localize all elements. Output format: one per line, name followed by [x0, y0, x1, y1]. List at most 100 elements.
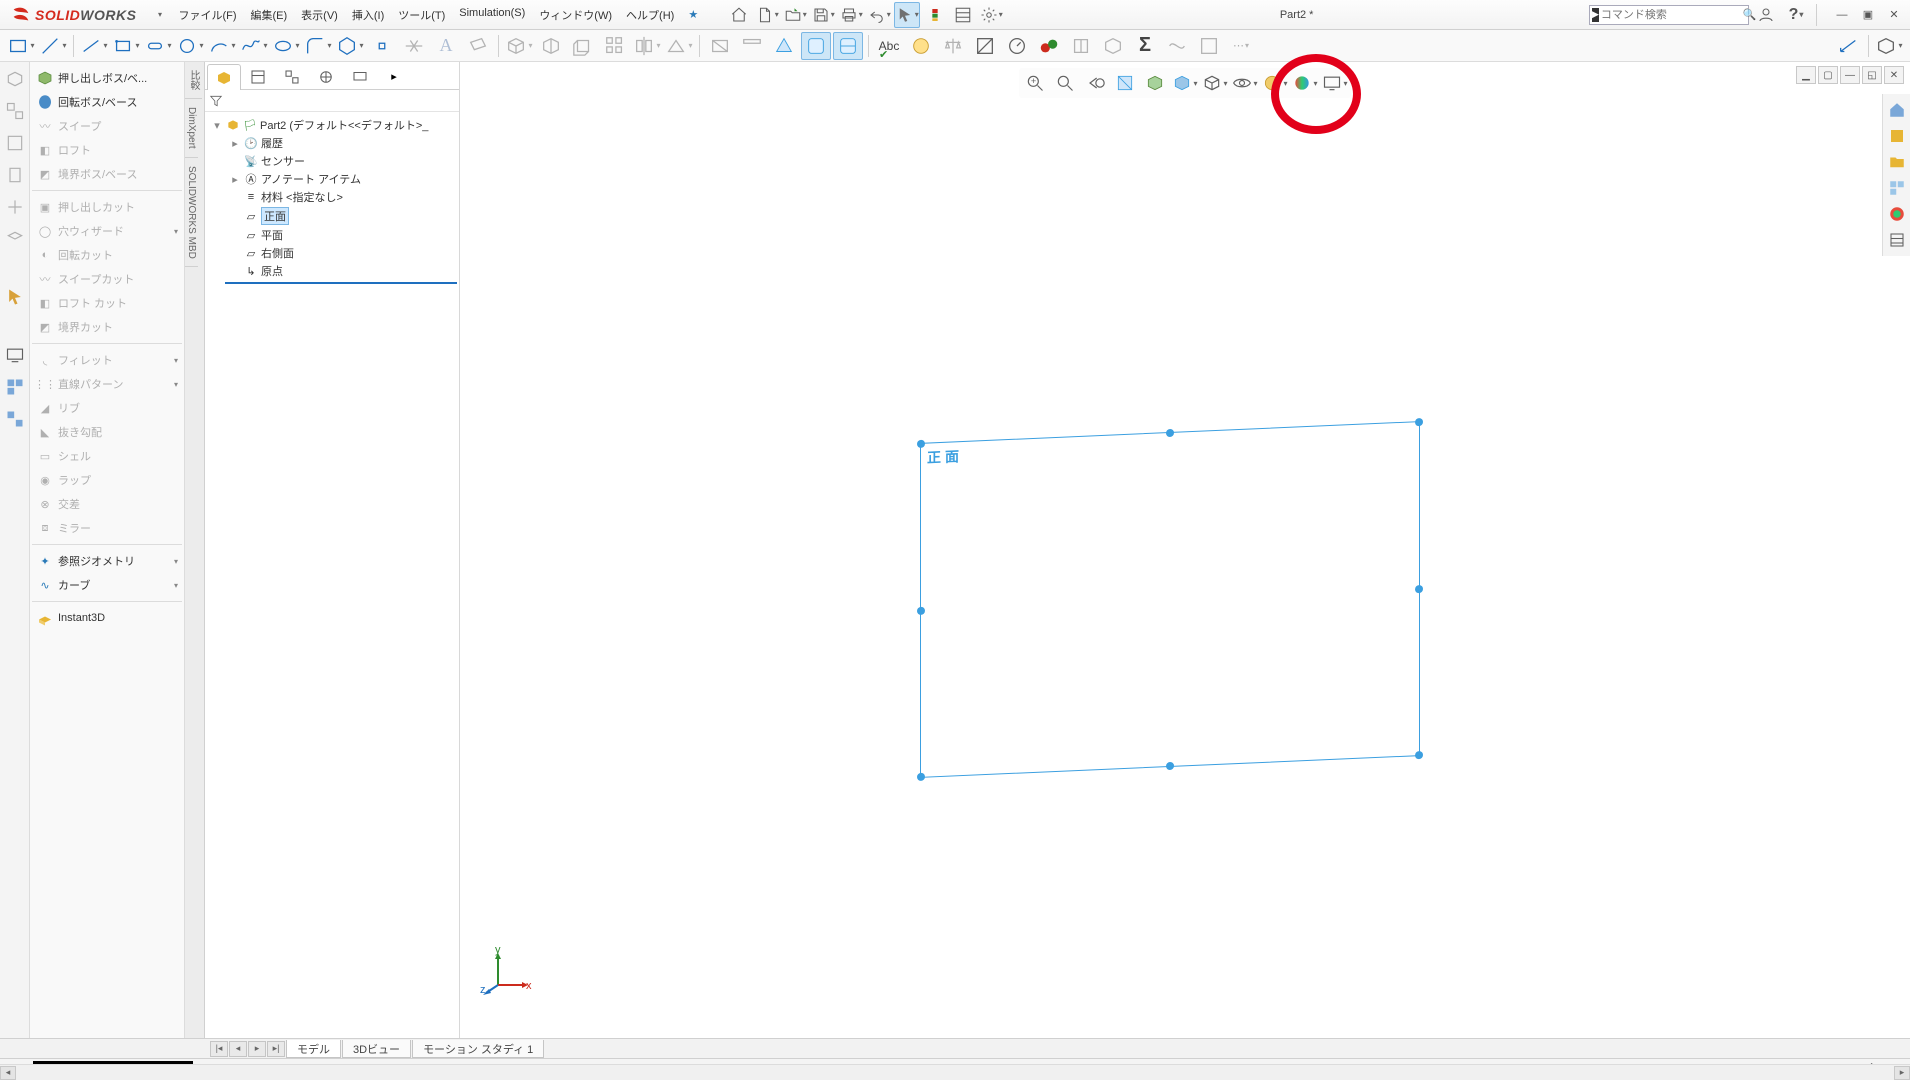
tab-model[interactable]: モデル [286, 1040, 341, 1058]
home-button[interactable] [726, 2, 752, 28]
menu-window[interactable]: ウィンドウ(W) [533, 4, 618, 26]
print-button[interactable] [838, 2, 864, 28]
tree-sensors[interactable]: 📡センサー [207, 152, 457, 170]
sketch-point-icon[interactable] [367, 32, 397, 60]
sketch-rectangle-icon[interactable] [6, 32, 36, 60]
select-tool-button[interactable] [894, 2, 920, 28]
tree-tab-display[interactable] [343, 63, 377, 89]
command-search[interactable]: ▶ 🔍 [1589, 5, 1749, 25]
performance-icon[interactable] [1034, 32, 1064, 60]
lb-weldment-icon[interactable] [2, 194, 28, 220]
edit-appearance-icon[interactable] [1261, 70, 1289, 96]
tp-explorer-icon[interactable] [1885, 150, 1909, 174]
tabscroll-prev[interactable]: ◂ [229, 1041, 247, 1057]
balance-icon[interactable] [938, 32, 968, 60]
section-properties-icon[interactable] [970, 32, 1000, 60]
restore-button[interactable]: ▣ [1856, 5, 1880, 25]
tree-material[interactable]: ≡材料 <指定なし> [207, 188, 457, 206]
view-settings-icon[interactable] [1321, 70, 1349, 96]
tree-tab-config[interactable] [275, 63, 309, 89]
sensor-gauge-icon[interactable] [1002, 32, 1032, 60]
tree-annotations[interactable]: ▸Ⓐアノテート アイテム [207, 170, 457, 188]
feature-revolve-icon[interactable] [568, 32, 598, 60]
sketch-fillet-icon[interactable] [303, 32, 333, 60]
scroll-left-button[interactable]: ◂ [0, 1066, 16, 1080]
eval-measure-icon[interactable] [737, 32, 767, 60]
tabscroll-last[interactable]: ▸| [267, 1041, 285, 1057]
menu-insert[interactable]: 挿入(I) [346, 4, 390, 26]
cmd-revolve-boss[interactable]: 回転ボス/ベース [32, 90, 182, 114]
compare-icon[interactable] [1066, 32, 1096, 60]
mdi-min-icon[interactable]: ▁ [1796, 66, 1816, 84]
tabscroll-first[interactable]: |◂ [210, 1041, 228, 1057]
lb-part-icon[interactable] [2, 66, 28, 92]
tree-origin[interactable]: ↳原点 [207, 262, 457, 280]
vtab-mbd[interactable]: SOLIDWORKS MBD [185, 158, 198, 268]
menu-help[interactable]: ヘルプ(H) [620, 4, 680, 26]
minimize-button[interactable]: — [1830, 5, 1854, 25]
menu-simulation[interactable]: Simulation(S) [453, 4, 531, 26]
sigma-icon[interactable]: Σ [1130, 32, 1160, 60]
hide-show-icon[interactable] [1231, 70, 1259, 96]
tree-tab-dimxpert[interactable] [309, 63, 343, 89]
tree-front-plane[interactable]: ▱正面 [207, 206, 457, 226]
lb-mold-icon[interactable] [2, 226, 28, 252]
menu-tools[interactable]: ツール(T) [392, 4, 451, 26]
previous-view-icon[interactable] [1081, 70, 1109, 96]
sketch-line-icon[interactable] [38, 32, 68, 60]
vtab-compare[interactable]: 比較 [185, 62, 202, 99]
dimension-right-icon[interactable] [1833, 32, 1863, 60]
lb-configs-icon[interactable] [2, 374, 28, 400]
cmd-curves[interactable]: ∿カーブ [32, 573, 182, 597]
new-document-button[interactable] [754, 2, 780, 28]
zoom-area-icon[interactable] [1051, 70, 1079, 96]
lb-drawing-icon[interactable] [2, 130, 28, 156]
command-search-input[interactable] [1601, 9, 1743, 21]
deviation-icon[interactable] [1162, 32, 1192, 60]
sketch-line2-icon[interactable] [79, 32, 109, 60]
sketch-ellipse-icon[interactable] [271, 32, 301, 60]
tree-history[interactable]: ▸🕑履歴 [207, 134, 457, 152]
sketch-trim-icon[interactable] [399, 32, 429, 60]
tree-tab-overflow[interactable]: ▸ [377, 63, 411, 89]
tree-filter-bar[interactable] [205, 90, 459, 112]
feature-cut-icon[interactable] [536, 32, 566, 60]
tp-view-palette-icon[interactable] [1885, 176, 1909, 200]
feature-pattern-icon[interactable] [600, 32, 630, 60]
spellcheck-icon[interactable]: Abc✔ [874, 32, 904, 60]
lb-select-icon[interactable] [2, 284, 28, 310]
open-document-button[interactable] [782, 2, 808, 28]
feature-rib-icon[interactable] [664, 32, 694, 60]
tabscroll-next[interactable]: ▸ [248, 1041, 266, 1057]
feature-extrude-icon[interactable] [504, 32, 534, 60]
view-orientation-icon[interactable] [1171, 70, 1199, 96]
menu-view[interactable]: 表示(V) [295, 4, 344, 26]
save-button[interactable] [810, 2, 836, 28]
dynamic-section-icon[interactable] [1141, 70, 1169, 96]
graphics-area[interactable]: ▁ ▢ — ◱ ✕ + 正面 [460, 62, 1910, 1038]
mdi-close-icon[interactable]: ✕ [1884, 66, 1904, 84]
orientation-triad[interactable]: y x z [480, 945, 530, 998]
menu-edit[interactable]: 編集(E) [245, 4, 294, 26]
tree-tab-property[interactable] [241, 63, 275, 89]
tab-3dview[interactable]: 3Dビュー [342, 1040, 411, 1058]
close-button[interactable]: ✕ [1882, 5, 1906, 25]
eval-display2-icon[interactable] [833, 32, 863, 60]
sketch-plane-icon[interactable] [463, 32, 493, 60]
check-icon[interactable] [1098, 32, 1128, 60]
mdi-float-icon[interactable]: ◱ [1862, 66, 1882, 84]
eval-display1-icon[interactable] [801, 32, 831, 60]
sketch-spline-icon[interactable] [239, 32, 269, 60]
section-view-icon[interactable] [1111, 70, 1139, 96]
cmd-reference-geometry[interactable]: ✦参照ジオメトリ [32, 549, 182, 573]
display-style-icon[interactable] [1201, 70, 1229, 96]
tp-library-icon[interactable] [1885, 124, 1909, 148]
options-panel-button[interactable] [950, 2, 976, 28]
sketch-text-icon[interactable]: A [431, 32, 461, 60]
vtab-dimxpert[interactable]: DimXpert [185, 99, 198, 158]
mass-properties-icon[interactable] [906, 32, 936, 60]
rebuild-right-icon[interactable] [1874, 32, 1904, 60]
apply-scene-icon[interactable] [1291, 70, 1319, 96]
lb-display-icon[interactable] [2, 342, 28, 368]
cmd-extrude-boss[interactable]: 押し出しボス/ベ... [32, 66, 182, 90]
